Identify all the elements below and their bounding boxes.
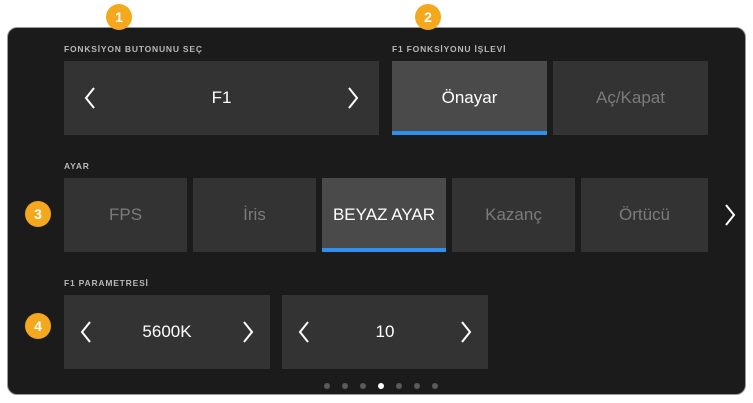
f1-function-caption: F1 FONKSİYONU İŞLEVİ [392, 44, 507, 54]
callout-badge-3: 3 [25, 201, 51, 227]
page-dot-3[interactable] [360, 383, 366, 389]
option-onayar-label: Önayar [441, 88, 498, 107]
chevron-right-icon[interactable] [460, 320, 472, 344]
function-button-selector[interactable]: F1 [64, 61, 379, 135]
setting-iris-label: İris [243, 205, 266, 224]
setting-gain[interactable]: Kazanç [452, 178, 575, 252]
callout-badge-2: 2 [415, 4, 441, 30]
page-dot-6[interactable] [414, 383, 420, 389]
callout-badge-4: 4 [25, 313, 51, 339]
setting-shutter[interactable]: Örtücü [581, 178, 708, 252]
f1-parameter-caption: F1 PARAMETRESİ [64, 278, 149, 288]
option-onayar[interactable]: Önayar [392, 61, 547, 135]
page-dot-7[interactable] [432, 383, 438, 389]
setting-fps[interactable]: FPS [64, 178, 187, 252]
chevron-right-icon[interactable] [347, 86, 359, 110]
option-ac-kapat[interactable]: Aç/Kapat [553, 61, 708, 135]
setting-gain-label: Kazanç [485, 205, 542, 224]
white-balance-value: 5600K [142, 322, 192, 341]
page-dot-5[interactable] [396, 383, 402, 389]
page-dot-4-active[interactable] [378, 383, 384, 389]
chevron-left-icon[interactable] [80, 320, 92, 344]
tint-stepper[interactable]: 10 [282, 295, 488, 369]
chevron-right-icon[interactable] [242, 320, 254, 344]
setting-caption: AYAR [64, 161, 90, 171]
function-button-value: F1 [211, 88, 232, 107]
setting-iris[interactable]: İris [193, 178, 316, 252]
setting-white-balance[interactable]: BEYAZ AYAR [322, 178, 446, 252]
scroll-right-chevron-icon[interactable] [724, 203, 736, 232]
page-dot-1[interactable] [324, 383, 330, 389]
function-button-caption: FONKSİYON BUTONUNU SEÇ [64, 44, 203, 54]
option-ac-kapat-label: Aç/Kapat [596, 88, 665, 107]
setting-shutter-label: Örtücü [618, 205, 671, 224]
tint-value: 10 [375, 322, 395, 341]
setting-white-balance-label: BEYAZ AYAR [332, 205, 436, 224]
chevron-left-icon[interactable] [84, 86, 96, 110]
callout-badge-1: 1 [106, 4, 132, 30]
chevron-left-icon[interactable] [298, 320, 310, 344]
white-balance-stepper[interactable]: 5600K [64, 295, 270, 369]
page-dot-2[interactable] [342, 383, 348, 389]
setting-fps-label: FPS [108, 205, 143, 224]
